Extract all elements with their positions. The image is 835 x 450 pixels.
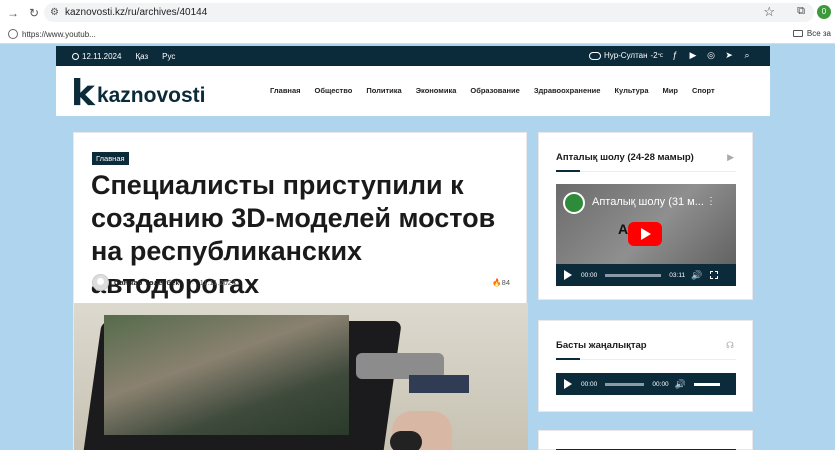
- mouse-photo: [390, 431, 422, 450]
- video-controls: 00:00 03:11 🔊: [556, 264, 736, 286]
- search-icon[interactable]: ⌕: [742, 50, 752, 61]
- nav-item-education[interactable]: Образование: [470, 86, 519, 95]
- nav-item-world[interactable]: Мир: [663, 86, 678, 95]
- channel-avatar[interactable]: [563, 192, 585, 214]
- volume-icon[interactable]: 🔊: [675, 379, 686, 390]
- logo-text: kaznovosti: [96, 84, 206, 107]
- drone-box-photo: [409, 375, 469, 393]
- browser-address-bar: → ↻ ⚙ kaznovosti.kz/ru/archives/40144 ☆ …: [0, 0, 835, 25]
- article-meta: Санжар Төлеубек · 11.11.2024: [92, 274, 236, 291]
- lang-rus[interactable]: Рус: [162, 52, 175, 61]
- widget-divider: [556, 359, 736, 360]
- site-settings-icon[interactable]: ⚙: [50, 7, 59, 18]
- author-avatar: [92, 274, 109, 291]
- meta-separator: ·: [191, 278, 194, 287]
- volume-track[interactable]: [693, 382, 720, 386]
- more-options-icon[interactable]: ⋮: [706, 196, 716, 207]
- author-name[interactable]: Санжар Төлеубек: [114, 278, 179, 287]
- time-total: 00:00: [652, 380, 669, 388]
- article-date: 11.11.2024: [199, 278, 237, 287]
- all-bookmarks-label: Все за: [806, 29, 831, 38]
- bookmark-youtube[interactable]: https://www.youtub...: [8, 29, 96, 39]
- headphones-icon: ☊: [726, 340, 734, 350]
- view-count: 🔥84: [492, 278, 510, 287]
- globe-icon: [8, 29, 18, 39]
- progress-track[interactable]: [605, 273, 662, 277]
- reload-icon[interactable]: ↻: [26, 6, 42, 20]
- profile-avatar[interactable]: 0: [817, 5, 831, 19]
- lang-kaz[interactable]: Қаз: [135, 52, 148, 61]
- extensions-icon[interactable]: ⧉: [797, 5, 805, 18]
- category-badge[interactable]: Главная: [92, 152, 129, 165]
- play-arrow-icon[interactable]: ▶: [727, 152, 734, 163]
- main-news-widget: Басты жаңалықтар ☊ 00:00 00:00 🔊: [538, 320, 753, 412]
- site-logo[interactable]: k kaznovosti: [71, 68, 205, 114]
- nav-item-economy[interactable]: Экономика: [416, 86, 457, 95]
- widget-accent-rule: [556, 358, 580, 360]
- fullscreen-icon[interactable]: [710, 271, 719, 279]
- telegram-icon[interactable]: ➤: [724, 50, 734, 61]
- play-icon[interactable]: [564, 379, 572, 389]
- bookmark-label: https://www.youtub...: [22, 29, 96, 39]
- third-widget: [538, 430, 753, 450]
- main-nav: Главная Общество Политика Экономика Обра…: [270, 86, 715, 95]
- url-text: kaznovosti.kz/ru/archives/40144: [64, 7, 208, 18]
- widget-divider: [556, 171, 736, 172]
- weather-widget: Нур-Султан -2 ℃: [589, 51, 663, 60]
- audio-player: 00:00 00:00 🔊: [556, 373, 736, 395]
- weather-city: Нур-Султан: [604, 51, 648, 60]
- site-header: k kaznovosti Главная Общество Политика Э…: [56, 66, 770, 116]
- weather-temp: -2: [650, 51, 658, 60]
- cloud-icon: [589, 51, 601, 60]
- nav-item-culture[interactable]: Культура: [614, 86, 648, 95]
- top-date-text: 12.11.2024: [82, 51, 122, 61]
- time-current: 00:00: [581, 380, 598, 388]
- volume-icon[interactable]: 🔊: [691, 270, 702, 281]
- youtube-icon[interactable]: ▶: [688, 50, 698, 61]
- video-title[interactable]: Апталық шолу (31 м...: [592, 196, 704, 208]
- facebook-icon[interactable]: ƒ: [670, 50, 680, 61]
- nav-item-society[interactable]: Общество: [315, 86, 353, 95]
- widget-title: Басты жаңалықтар: [556, 340, 647, 351]
- 3d-model-screen-photo: [104, 315, 349, 435]
- youtube-play-button[interactable]: [628, 222, 662, 246]
- widget-title: Апталық шолу (24-28 мамыр): [556, 152, 694, 163]
- weather-unit: ℃: [657, 52, 664, 59]
- article-card: Главная Специалисты приступили к создани…: [73, 132, 528, 450]
- widget-accent-rule: [556, 170, 580, 172]
- site-top-bar: 12.11.2024 Қаз Рус Нур-Султан -2 ℃ ƒ ▶ ◎…: [56, 46, 770, 66]
- article-hero-image: [74, 303, 528, 450]
- nav-item-politics[interactable]: Политика: [366, 86, 401, 95]
- top-date: 12.11.2024: [72, 52, 121, 61]
- view-count-value: 84: [501, 278, 510, 287]
- weekly-review-widget: Апталық шолу (24-28 мамыр) ▶ Апталық шол…: [538, 132, 753, 300]
- nav-item-sport[interactable]: Спорт: [692, 86, 715, 95]
- youtube-embed[interactable]: Апталық шолу (31 м... ⋮ А ық 00:00 03:11…: [556, 184, 736, 286]
- play-icon[interactable]: [564, 270, 572, 280]
- progress-track[interactable]: [605, 382, 645, 386]
- logo-mark: k: [71, 73, 95, 114]
- time-current: 00:00: [581, 271, 598, 279]
- nav-item-home[interactable]: Главная: [270, 86, 301, 95]
- all-bookmarks[interactable]: Все за: [792, 29, 831, 38]
- url-field[interactable]: ⚙ kaznovosti.kz/ru/archives/40144: [44, 3, 814, 22]
- flame-icon: 🔥: [492, 278, 502, 287]
- bookmark-star-icon[interactable]: ☆: [763, 4, 775, 20]
- nav-item-health[interactable]: Здравоохранение: [534, 86, 601, 95]
- social-links: ƒ ▶ ◎ ➤ ⌕: [670, 50, 752, 61]
- folder-icon: [792, 30, 803, 37]
- back-arrow-icon[interactable]: →: [5, 6, 21, 20]
- instagram-icon[interactable]: ◎: [706, 50, 716, 61]
- clock-icon: [72, 52, 79, 60]
- time-total: 03:11: [669, 271, 686, 279]
- bookmarks-bar: https://www.youtub... Все за: [0, 25, 835, 44]
